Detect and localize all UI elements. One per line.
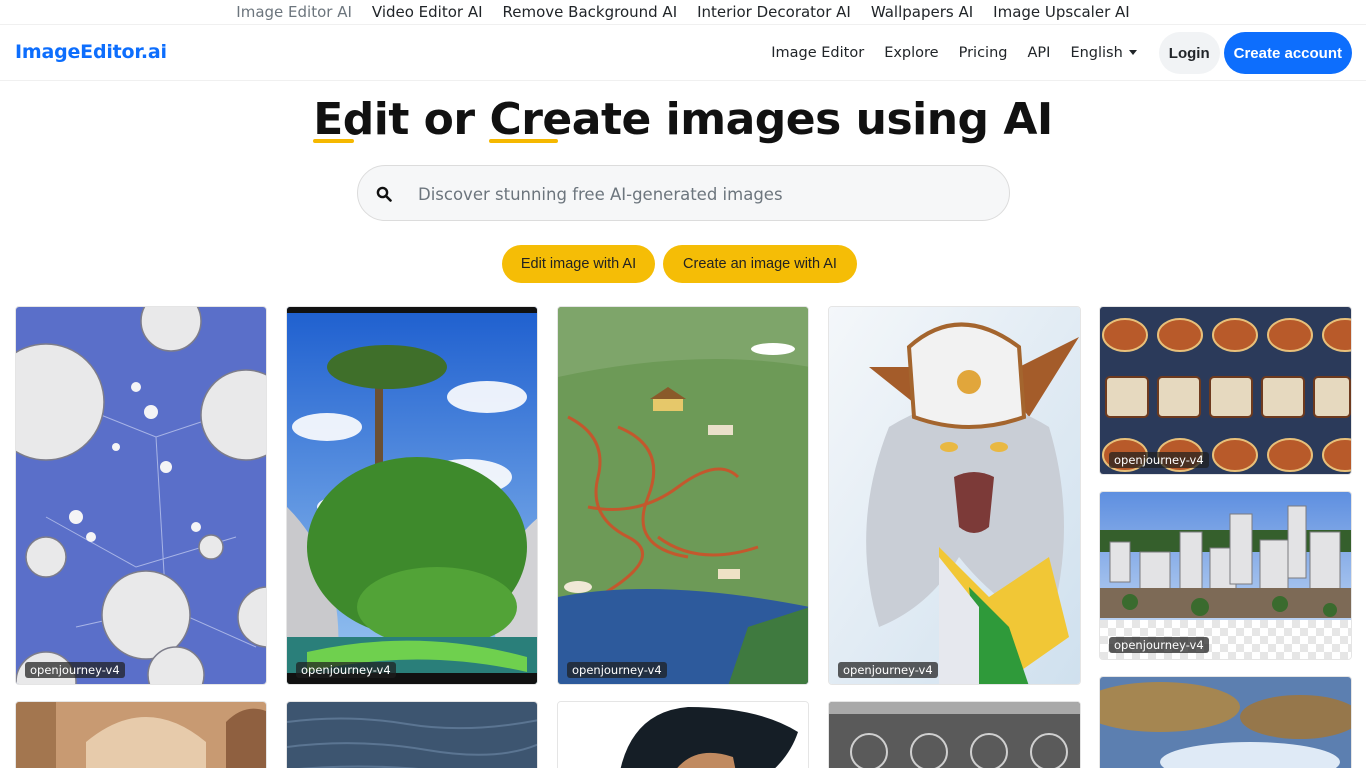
model-tag: openjourney-v4 (567, 662, 667, 678)
arch-image (16, 702, 266, 768)
sky-image (1100, 677, 1351, 768)
ocean-image (287, 702, 537, 768)
model-tag: openjourney-v4 (1109, 637, 1209, 653)
search-input[interactable] (418, 180, 978, 208)
create-account-button[interactable]: Create account (1223, 32, 1352, 74)
nav-links: Image Editor Explore Pricing API English… (761, 32, 1352, 74)
portrait-image (558, 702, 808, 768)
product-link-interior-decorator[interactable]: Interior Decorator AI (687, 0, 861, 24)
gallery-card-ornament[interactable] (828, 701, 1081, 768)
city-image (1100, 492, 1351, 659)
product-link-image-upscaler[interactable]: Image Upscaler AI (983, 0, 1140, 24)
gallery-card-white-wolf[interactable]: openjourney-v4 (828, 306, 1081, 685)
page-title: Edit or Create images using AI (0, 94, 1366, 145)
edit-image-button[interactable]: Edit image with AI (502, 245, 655, 283)
language-dropdown[interactable]: English (1060, 45, 1146, 61)
gallery-card-city[interactable]: openjourney-v4 (1099, 491, 1352, 660)
gallery-card-ocean[interactable] (286, 701, 538, 768)
caret-down-icon (1128, 49, 1137, 55)
river-map-image (558, 307, 808, 684)
search-bar (357, 165, 1010, 221)
brand-logo[interactable]: ImageEditor.ai (15, 41, 167, 63)
create-image-button[interactable]: Create an image with AI (663, 245, 857, 283)
title-word-create: Create (489, 94, 651, 145)
tree-island-image (287, 307, 537, 684)
language-label: English (1070, 45, 1123, 61)
login-button[interactable]: Login (1158, 32, 1220, 74)
navbar: ImageEditor.ai Image Editor Explore Pric… (0, 24, 1366, 81)
nav-link-explore[interactable]: Explore (874, 45, 948, 61)
spheres-image (16, 307, 266, 684)
product-strip: Image Editor AI Video Editor AI Remove B… (0, 0, 1366, 24)
title-word-edit: Edit (313, 94, 409, 145)
gallery-card-river-map[interactable]: openjourney-v4 (557, 306, 809, 685)
gallery-card-tree-island[interactable]: openjourney-v4 (286, 306, 538, 685)
gallery-card-spheres[interactable]: openjourney-v4 (15, 306, 267, 685)
white-wolf-image (829, 307, 1080, 684)
product-link-image-editor[interactable]: Image Editor AI (226, 0, 362, 24)
product-link-wallpapers[interactable]: Wallpapers AI (861, 0, 983, 24)
gallery-card-portrait[interactable] (557, 701, 809, 768)
product-link-video-editor[interactable]: Video Editor AI (362, 0, 493, 24)
gallery-card-pattern[interactable]: openjourney-v4 (1099, 306, 1352, 475)
model-tag: openjourney-v4 (25, 662, 125, 678)
nav-link-api[interactable]: API (1017, 45, 1060, 61)
title-rest: images using AI (650, 94, 1054, 145)
gallery-card-arch[interactable] (15, 701, 267, 768)
nav-link-pricing[interactable]: Pricing (949, 45, 1018, 61)
pattern-image (1100, 307, 1351, 474)
search-icon (376, 186, 392, 202)
product-link-remove-background[interactable]: Remove Background AI (493, 0, 688, 24)
model-tag: openjourney-v4 (1109, 452, 1209, 468)
ornament-image (829, 702, 1080, 768)
nav-link-image-editor[interactable]: Image Editor (761, 45, 874, 61)
gallery-card-sky[interactable] (1099, 676, 1352, 768)
model-tag: openjourney-v4 (296, 662, 396, 678)
model-tag: openjourney-v4 (838, 662, 938, 678)
title-word-or: or (408, 94, 490, 145)
